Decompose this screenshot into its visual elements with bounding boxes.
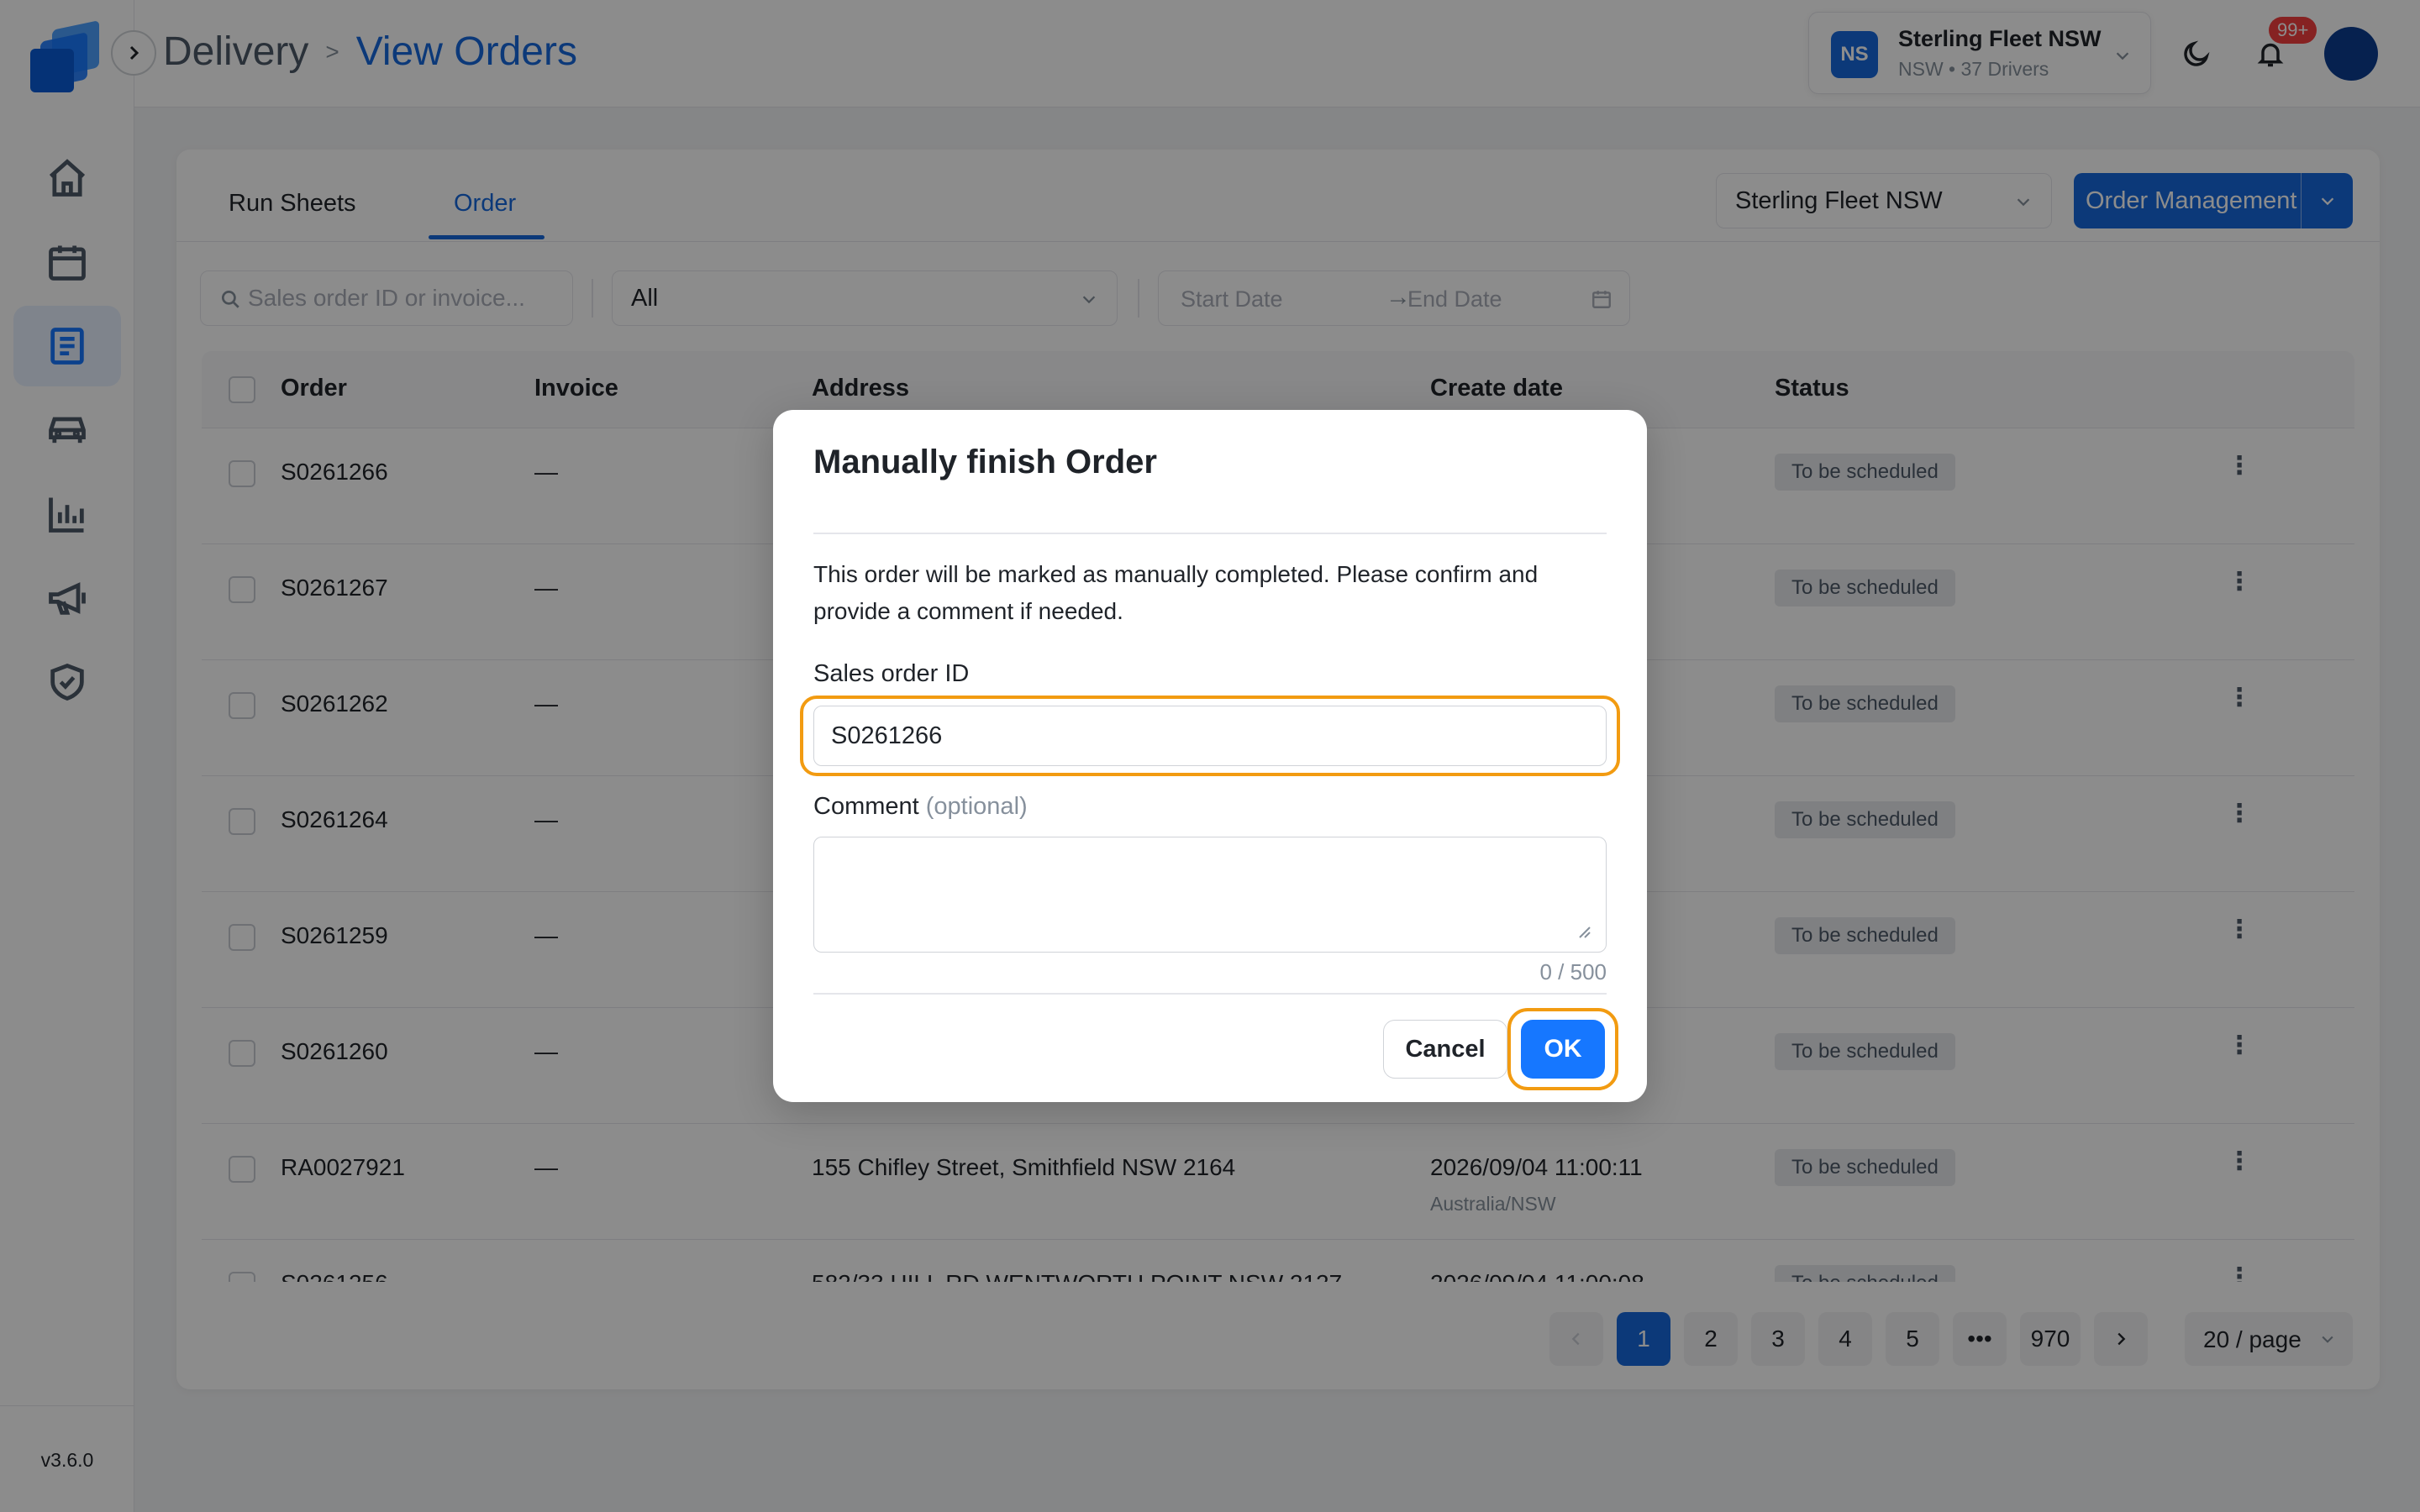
dialog-footer-divider <box>813 993 1607 995</box>
comment-char-count: 0 / 500 <box>1539 959 1607 984</box>
ok-button[interactable]: OK <box>1521 1020 1605 1079</box>
comment-label: Comment (optional) <box>813 793 1028 821</box>
resize-handle-icon[interactable] <box>1573 921 1593 941</box>
dialog-divider <box>813 533 1607 534</box>
comment-label-text: Comment <box>813 793 919 820</box>
sales-order-label: Sales order ID <box>813 660 970 687</box>
comment-textarea[interactable] <box>813 837 1607 953</box>
dialog-description: This order will be marked as manually co… <box>813 561 1539 624</box>
manual-finish-dialog: Manually finish Order This order will be… <box>773 410 1647 1102</box>
sales-order-id-input[interactable] <box>813 706 1607 766</box>
dialog-title: Manually finish Order <box>813 444 1157 480</box>
comment-optional-hint: (optional) <box>925 793 1028 820</box>
cancel-button[interactable]: Cancel <box>1383 1020 1507 1079</box>
